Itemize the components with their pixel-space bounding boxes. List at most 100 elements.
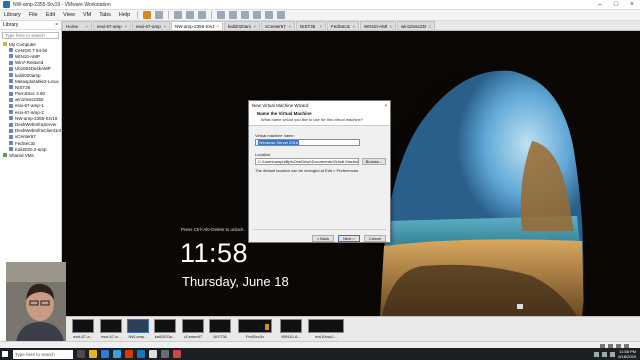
- tab-vm[interactable]: kali2020amp ×: [224, 21, 260, 30]
- tab-vm[interactable]: esxi-67-amp-2×: [132, 21, 170, 30]
- snapshot-manager-icon[interactable]: [198, 11, 207, 19]
- vm-icon: [9, 147, 13, 152]
- tab-vm[interactable]: NW-amp-2355-Srv19 ×: [171, 21, 223, 30]
- console-view-icon[interactable]: [265, 11, 274, 19]
- tab-vm[interactable]: Home ×: [62, 21, 92, 30]
- menu-vm[interactable]: VM: [79, 12, 95, 18]
- tab-close-icon[interactable]: ×: [216, 24, 219, 29]
- vm-icon: [9, 128, 13, 133]
- powerpoint-icon[interactable]: [125, 350, 133, 358]
- menu-file[interactable]: File: [25, 12, 42, 18]
- sound-icon[interactable]: [624, 343, 629, 348]
- vm-thumbnail[interactable]: kali2020a...: [154, 319, 176, 341]
- record-icon[interactable]: [173, 350, 181, 358]
- vm-icon: [9, 85, 13, 90]
- tab-close-icon[interactable]: ×: [389, 24, 392, 29]
- library-tree-label: CentOS 7 64-bit: [15, 47, 48, 53]
- store-icon[interactable]: [113, 350, 121, 358]
- tray-volume-icon[interactable]: [610, 351, 616, 357]
- show-library-icon[interactable]: [217, 11, 226, 19]
- vm-thumbnail[interactable]: win10vss2...: [308, 319, 344, 341]
- tray-chevron-icon[interactable]: [594, 351, 600, 357]
- close-icon[interactable]: ×: [624, 0, 640, 10]
- vm-thumbnail[interactable]: esxi-67-a...: [100, 319, 122, 341]
- vm-thumbnail[interactable]: NIST36: [209, 319, 231, 341]
- task-view-icon[interactable]: [77, 350, 85, 358]
- tab-close-icon[interactable]: ×: [85, 24, 88, 29]
- pause-vm-icon[interactable]: [143, 11, 152, 19]
- vm-thumbnail-preview: [72, 319, 94, 333]
- revert-snapshot-icon[interactable]: [186, 11, 195, 19]
- library-tree-label: win10vss2355: [15, 97, 44, 103]
- minimize-icon[interactable]: –: [592, 0, 608, 10]
- tab-close-icon[interactable]: ×: [163, 24, 166, 29]
- vm-thumbnail[interactable]: NW-amp...: [127, 319, 149, 341]
- library-tree-label: NW-amp-2355-Srv19: [15, 115, 58, 121]
- tab-close-icon[interactable]: ×: [124, 24, 127, 29]
- tab-close-icon[interactable]: ×: [428, 24, 431, 29]
- cancel-button[interactable]: Cancel: [364, 235, 386, 242]
- tab-vm[interactable]: vCenter67 ×: [261, 21, 295, 30]
- tab-close-icon[interactable]: ×: [288, 24, 291, 29]
- network-adapter-icon[interactable]: [608, 343, 613, 348]
- vm-icon: [9, 91, 13, 96]
- windows-logo-icon: [2, 351, 8, 357]
- send-ctrl-alt-del-icon[interactable]: [155, 11, 164, 19]
- unity-icon[interactable]: [253, 11, 262, 19]
- tab-vm[interactable]: win10vss2355×: [397, 21, 435, 30]
- library-tree-label: ParrotSec 4.90: [15, 91, 46, 97]
- menu-help[interactable]: Help: [115, 12, 134, 18]
- file-explorer-icon[interactable]: [89, 350, 97, 358]
- tray-network-icon[interactable]: [602, 351, 608, 357]
- edge-icon[interactable]: [101, 350, 109, 358]
- wizard-close-icon[interactable]: ×: [382, 103, 390, 108]
- library-search-input[interactable]: Type here to search: [2, 32, 59, 39]
- full-screen-icon[interactable]: [241, 11, 250, 19]
- browse-button[interactable]: Browse...: [362, 158, 386, 165]
- vmware-taskbar-icon[interactable]: [161, 350, 169, 358]
- location-input[interactable]: C:\Users\amphillips\OneDrive\Documents\V…: [255, 158, 359, 165]
- tab-close-icon[interactable]: ×: [319, 24, 322, 29]
- tab-vm[interactable]: NIST36 ×: [296, 21, 326, 30]
- tab-vm[interactable]: WIN10-AMP ×: [360, 21, 396, 30]
- chrome-icon[interactable]: [149, 350, 157, 358]
- tab-close-icon[interactable]: ×: [352, 24, 355, 29]
- wizard-divider: [253, 229, 386, 230]
- library-tree-item[interactable]: Shared VMs: [0, 152, 61, 158]
- next-button[interactable]: Next >: [338, 235, 360, 242]
- menu-view[interactable]: View: [59, 12, 79, 18]
- unlock-hint: Press Ctrl+Alt+Delete to unlock.: [181, 227, 245, 232]
- taskbar-search-box[interactable]: Type here to search: [13, 349, 73, 359]
- vm-name-label: Virtual machine name:: [255, 133, 295, 138]
- library-tree-label: FedSec3x: [15, 140, 36, 146]
- start-button[interactable]: [0, 348, 10, 360]
- library-close-icon[interactable]: ×: [55, 22, 58, 28]
- tab-label: FedSec3x: [331, 23, 351, 29]
- stretch-guest-icon[interactable]: [277, 11, 286, 19]
- menu-tabs[interactable]: Tabs: [95, 12, 115, 18]
- back-button[interactable]: < Back: [312, 235, 334, 242]
- vm-thumbnail[interactable]: FedSec3x: [238, 319, 272, 341]
- vm-thumbnail[interactable]: WIN10-A...: [280, 319, 302, 341]
- menu-edit[interactable]: Edit: [42, 12, 59, 18]
- thumbnail-bar-icon[interactable]: [229, 11, 238, 19]
- tab-vm[interactable]: FedSec3x ×: [327, 21, 359, 30]
- tab-vm[interactable]: esxi-67-amp-1×: [93, 21, 131, 30]
- network-icon: [517, 304, 523, 309]
- maximize-icon[interactable]: □: [608, 0, 624, 10]
- vm-thumbnail[interactable]: esxi-67-a...: [72, 319, 94, 341]
- library-tree-label: esxi-67-amp-2: [15, 109, 44, 115]
- usb-icon[interactable]: [616, 343, 621, 348]
- tab-close-icon[interactable]: ×: [253, 24, 256, 29]
- outlook-icon[interactable]: [137, 350, 145, 358]
- vm-icon: [9, 60, 13, 65]
- menu-library[interactable]: Library: [0, 12, 25, 18]
- hard-disk-icon[interactable]: [600, 343, 605, 348]
- vm-name-input[interactable]: Windows Server 2016: [255, 139, 360, 146]
- vm-icon: [9, 116, 13, 121]
- vm-icon: [9, 73, 13, 78]
- vm-thumbnail[interactable]: vCenter67: [182, 319, 204, 341]
- taskbar-clock[interactable]: 11:58 PM 6/18/2020: [618, 349, 636, 359]
- library-tree-label: vCenter67: [15, 134, 36, 140]
- snapshot-icon[interactable]: [174, 11, 183, 19]
